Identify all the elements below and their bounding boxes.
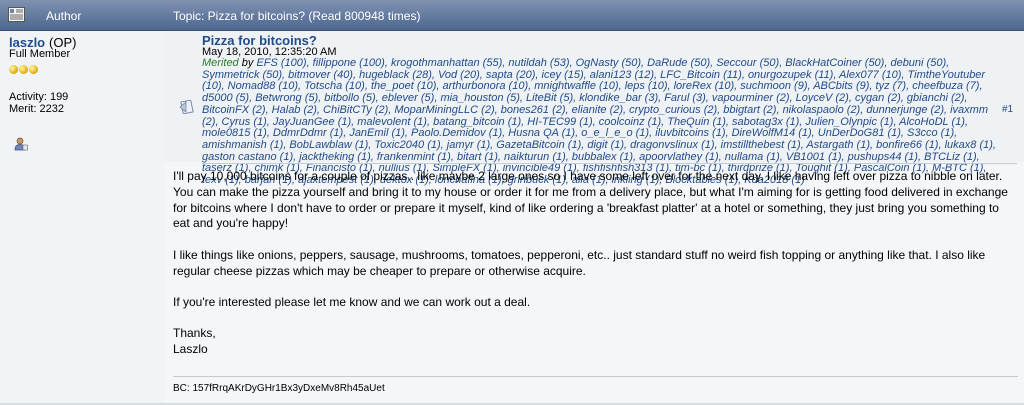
merit-givers[interactable]: EFS (100), fillippone (100), krogothmanh… xyxy=(202,57,996,186)
post-icon xyxy=(179,100,194,114)
document-icon xyxy=(8,7,25,22)
user-merit: Merit: 2232 xyxy=(9,103,65,115)
star-icon xyxy=(29,65,38,74)
user-rank: Full Member xyxy=(9,48,71,60)
message-paragraph: I like things like onions, peppers, saus… xyxy=(173,247,986,278)
star-icon xyxy=(9,65,18,74)
message-paragraph: If you're interested please let me know … xyxy=(173,294,531,309)
person-icon[interactable] xyxy=(14,137,28,151)
signature: BC: 157fRrqAKrDyGHr1Bx3yDxeMv8Rh45aUet xyxy=(173,383,385,394)
user-activity: Activity: 199 xyxy=(9,91,69,103)
message-closing: Thanks, xyxy=(173,326,216,341)
forum-post: Author Topic: Pizza for bitcoins? (Read … xyxy=(0,0,1024,405)
merited-label: Merited xyxy=(202,57,239,69)
poster-info-panel xyxy=(0,31,165,405)
post-number-link[interactable]: #1 xyxy=(1002,104,1013,115)
rank-stars xyxy=(9,61,39,79)
author-column-label: Author xyxy=(46,9,82,23)
merit-list: Merited by EFS (100), fillippone (100), … xyxy=(202,57,1002,187)
message-paragraph: I'll pay 10,000 bitcoins for a couple of… xyxy=(173,169,1008,231)
signature-divider xyxy=(173,376,1018,377)
merited-by-label: by xyxy=(241,57,254,69)
post-message: I'll pay 10,000 bitcoins for a couple of… xyxy=(173,169,1018,358)
message-signoff: Laszlo xyxy=(173,342,208,357)
star-icon xyxy=(19,65,28,74)
topic-header-bar: Author Topic: Pizza for bitcoins? (Read … xyxy=(0,0,1024,31)
topic-title: Topic: Pizza for bitcoins? (Read 800948 … xyxy=(173,9,421,23)
divider xyxy=(202,163,1017,164)
